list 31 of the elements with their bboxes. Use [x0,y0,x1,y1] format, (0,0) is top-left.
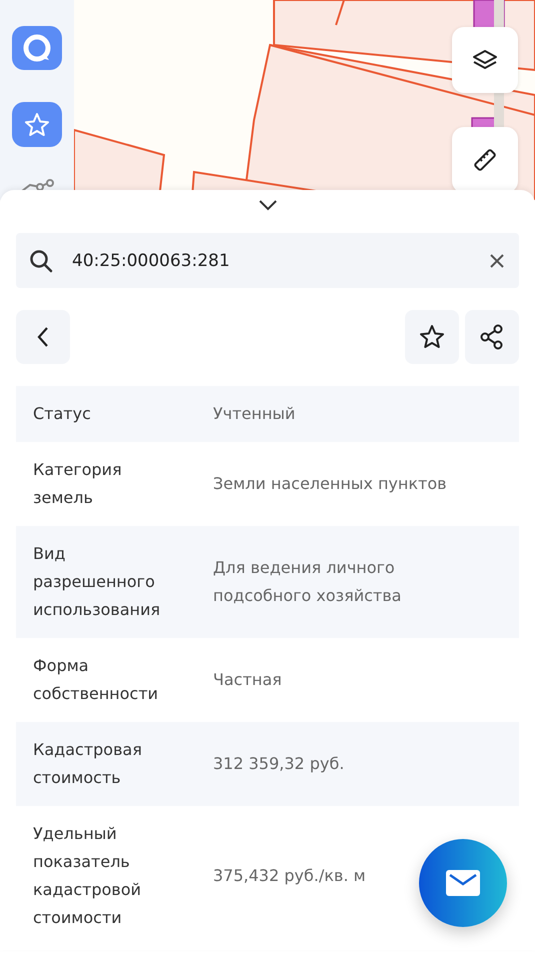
field-label: Форма собственности [33,655,160,705]
field-label: Статус [33,403,92,425]
ruler-button[interactable] [452,127,518,193]
field-value: Частная [213,669,282,691]
clear-button[interactable] [489,252,505,268]
speech-bubble-icon [22,33,52,64]
chevron-left-icon [36,326,50,348]
field-value: Для ведения личного подсобного хозяйства [213,557,402,607]
star-icon [23,110,51,139]
layers-button[interactable] [452,27,518,93]
star-icon [418,323,446,351]
field-label: Вид разрешенного использования [33,543,162,621]
field-value: 375,432 руб./кв. м [213,865,366,887]
chevron-down-icon [256,198,278,212]
envelope-icon [445,869,481,897]
close-icon [489,252,505,268]
field-value: Учтенный [213,403,296,425]
field-value: Земли населенных пунктов [213,473,447,495]
logo-button[interactable] [12,26,62,70]
search-field[interactable]: 40:25:000063:281 [16,233,519,288]
field-label: Удельный показатель кадастровой стоимости [33,823,142,929]
search-input[interactable]: 40:25:000063:281 [70,250,473,272]
search-icon [28,248,54,274]
share-button[interactable] [465,310,519,364]
field-label: Категория земель [33,459,123,509]
favorites-button[interactable] [12,102,62,147]
route-icon [20,178,54,191]
field-value: 312 359,32 руб. [213,753,344,775]
favorite-button[interactable] [405,310,459,364]
field-label: Кадастровая стоимость [33,739,143,789]
share-icon [479,324,505,350]
